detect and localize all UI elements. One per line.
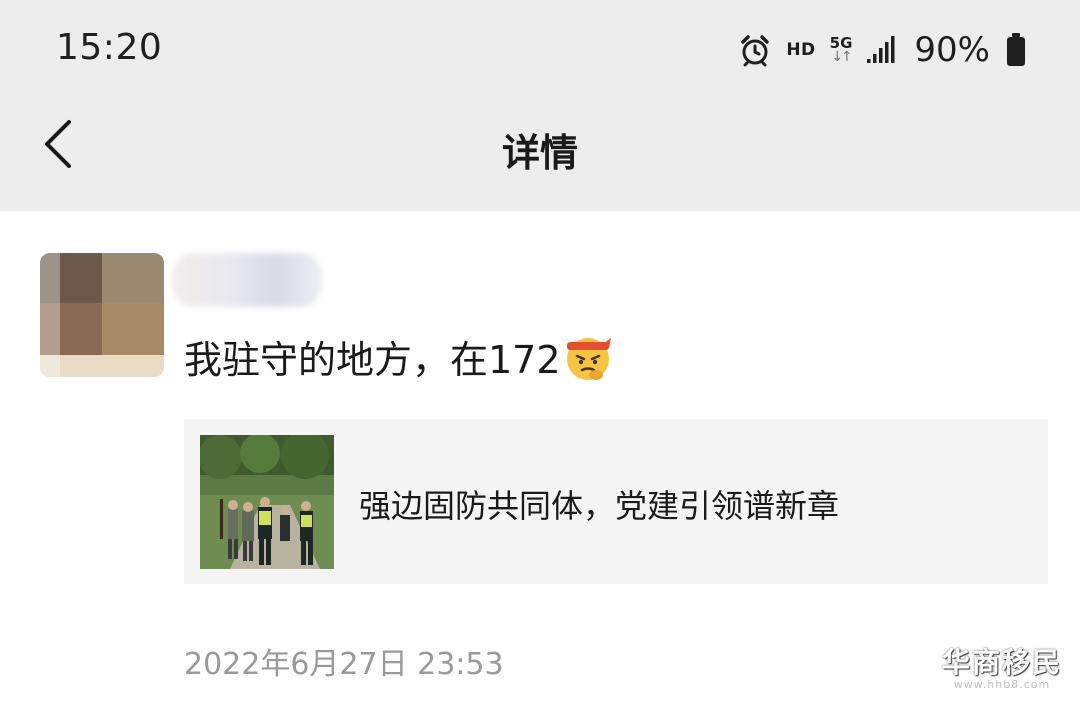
nav-bar: 详情 <box>0 100 1080 211</box>
page-title: 详情 <box>501 131 578 175</box>
status-bar: 15:20 HD 5G ↓↑ 90% <box>0 0 1080 100</box>
post-timestamp: 2022年6月27日 23:53 <box>184 647 504 682</box>
soldiers-patrol-thumbnail <box>200 435 334 569</box>
determined-face-emoji-icon <box>563 332 613 382</box>
network-type: 5G <box>829 34 853 52</box>
signal-icon <box>866 35 896 65</box>
hd-badge: HD <box>786 40 816 60</box>
link-card-title: 强边固防共同体，党建引领谱新章 <box>359 487 840 525</box>
battery-icon <box>1006 33 1026 67</box>
author-name-blurred[interactable] <box>172 253 322 307</box>
post-text: 我驻守的地方，在172 <box>184 329 613 384</box>
alarm-icon <box>738 33 772 67</box>
avatar[interactable] <box>40 253 164 377</box>
post-text-content: 我驻守的地方，在172 <box>184 338 561 382</box>
network-badge: 5G ↓↑ <box>829 34 853 65</box>
status-time: 15:20 <box>56 27 163 68</box>
status-icons: HD 5G ↓↑ 90% <box>738 28 1026 72</box>
watermark-logo: 华商移民 <box>941 646 1062 679</box>
watermark: 华商移民 www.hhb8.com <box>941 646 1062 692</box>
battery-percent: 90% <box>914 30 990 70</box>
post-detail: 我驻守的地方，在172 强边固防共同体，党建引领谱新章 2022年6月27日 2… <box>0 211 1080 709</box>
data-arrows-icon: ↓↑ <box>831 49 853 65</box>
link-card[interactable]: 强边固防共同体，党建引领谱新章 <box>184 419 1048 584</box>
watermark-url: www.hhb8.com <box>953 678 1051 691</box>
